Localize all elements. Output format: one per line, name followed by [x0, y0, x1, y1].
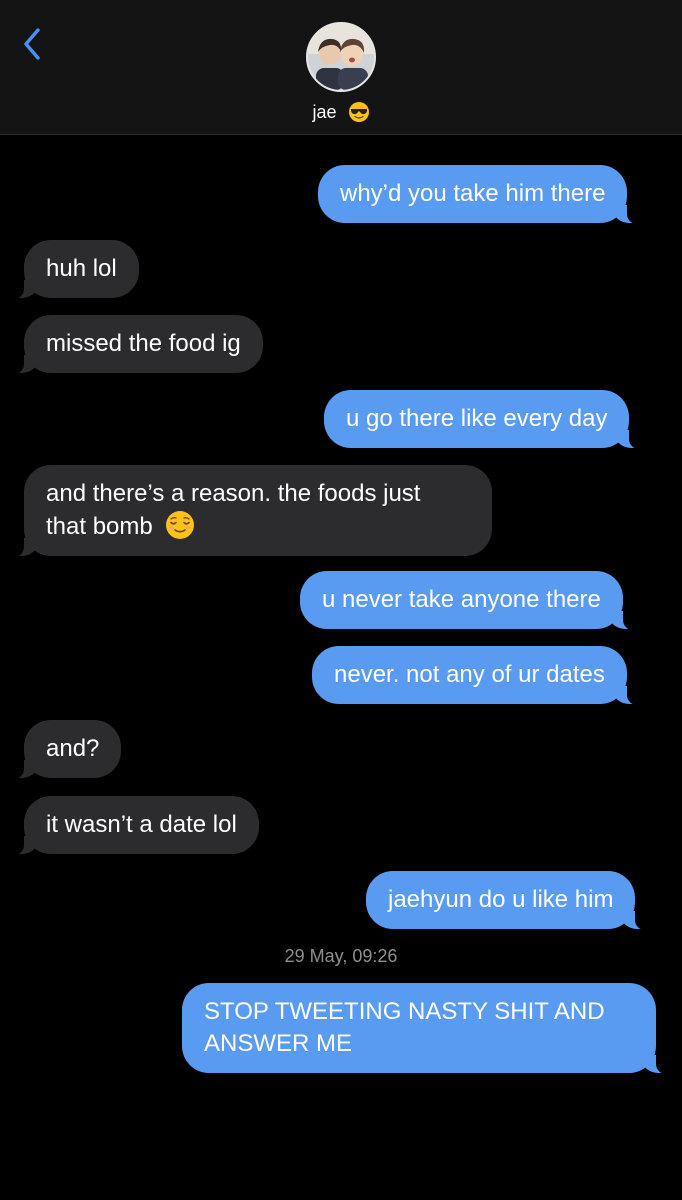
- chevron-left-icon: [24, 28, 40, 60]
- message-text: it wasn’t a date lol: [46, 811, 237, 838]
- message-bubble-received[interactable]: and there’s a reason. the foods just tha…: [12, 465, 492, 557]
- message-text: huh lol: [46, 255, 117, 282]
- avatar-photo: [308, 24, 374, 90]
- conversation-header: jae: [0, 0, 682, 135]
- message-text: why’d you take him there: [340, 180, 606, 207]
- relieved-face-emoji: [166, 511, 195, 539]
- message-line: STOP TWEETING NASTY SHIT AND: [204, 998, 605, 1025]
- message-line: ANSWER ME: [204, 1030, 353, 1057]
- message-bubble-received[interactable]: it wasn’t a date lol: [12, 796, 259, 855]
- message-timestamp: 29 May, 09:26: [284, 946, 398, 966]
- message-text: STOP TWEETING NASTY SHIT AND ANSWER ME: [204, 998, 605, 1057]
- contact-name-row[interactable]: jae: [0, 101, 682, 123]
- message-bubble-sent[interactable]: jaehyun do u like him: [366, 871, 648, 930]
- message-bubble-received[interactable]: and?: [11, 720, 122, 779]
- message-text: missed the food ig: [46, 330, 241, 357]
- contact-avatar[interactable]: [306, 22, 376, 92]
- message-text: and there’s a reason. the foods just tha…: [46, 480, 420, 540]
- message-text: u go there like every day: [346, 405, 608, 432]
- message-bubble-sent[interactable]: u never take anyone there: [300, 571, 635, 630]
- message-bubble-received[interactable]: missed the food ig: [12, 315, 263, 374]
- message-bubble-sent[interactable]: never. not any of ur dates: [312, 646, 639, 705]
- sunglasses-face-emoji: [348, 102, 369, 123]
- message-bubble-sent[interactable]: why’d you take him there: [318, 165, 640, 224]
- message-text: and?: [46, 735, 100, 762]
- message-bubble-sent[interactable]: STOP TWEETING NASTY SHIT AND ANSWER ME: [182, 983, 668, 1074]
- message-text: never. not any of ur dates: [334, 661, 605, 688]
- message-bubble-received[interactable]: huh lol: [12, 240, 139, 299]
- contact-name: jae: [312, 101, 337, 122]
- message-text: jaehyun do u like him: [388, 886, 614, 913]
- message-line: and there’s a reason. the foods just: [46, 480, 421, 507]
- message-bubble-sent[interactable]: u go there like every day: [324, 390, 642, 449]
- message-line: that bomb: [46, 513, 153, 540]
- message-text: u never take anyone there: [322, 586, 601, 613]
- back-button[interactable]: [14, 24, 50, 64]
